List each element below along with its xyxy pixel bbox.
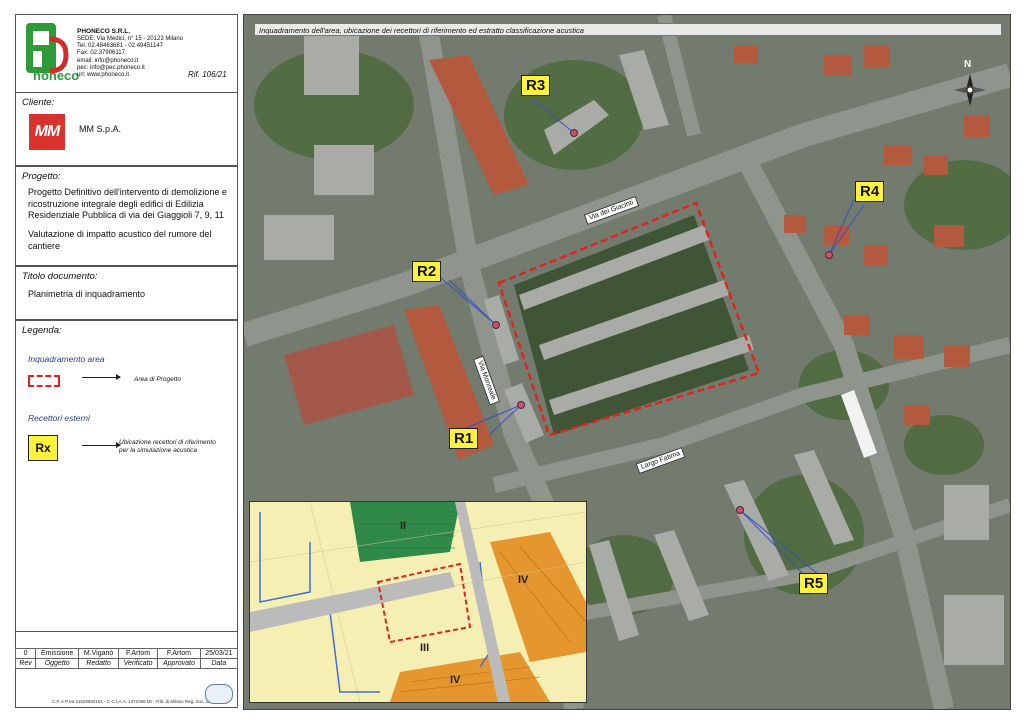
logo-wordmark: honeco [33, 68, 80, 83]
revision-table: 0 Emissione M.Viganò F.Artom F.Artom 25/03/21… [14, 648, 239, 669]
doc-title-value: Planimetria di inquadramento [28, 289, 146, 299]
arrow-icon [82, 377, 120, 378]
project-subtitle: Valutazione di impatto acustico del rumo… [28, 229, 212, 251]
revision-header-cell: Approvato [157, 658, 201, 669]
revision-cell: F.Artom [157, 648, 201, 659]
legend-section: Legenda: Inquadramento area Area di Prog… [15, 320, 238, 632]
revision-header-cell: Data [199, 658, 239, 669]
company-name: PHONECO S.R.L. [77, 28, 131, 35]
receptor-r2: R2 [412, 261, 442, 282]
zoning-map [250, 502, 586, 702]
receptor-r3: R3 [521, 75, 551, 96]
revision-header-cell: Redatto [78, 658, 119, 669]
company-header: honeco PHONECO S.R.L. SEDE: Via Medici, … [15, 14, 238, 92]
legend-heading: Legenda: [22, 325, 62, 336]
revision-header-cell: Oggetto [35, 658, 80, 669]
zone-label-iv-2: IV [450, 674, 461, 686]
arrow-icon [82, 445, 120, 446]
revision-header-cell: Verificato [117, 658, 159, 669]
project-section: Progetto: Progetto Definitivo dell'inter… [15, 166, 238, 266]
receptor-symbol: Rx [28, 435, 58, 461]
company-contact-line: SEDE: Via Medici, n° 15 - 20123 Milano [77, 36, 184, 42]
north-label: N [964, 59, 972, 70]
company-contact-line: email: info@phoneco.it [77, 57, 139, 64]
client-logo-text: MM [34, 123, 61, 140]
revision-cell: M.Viganò [78, 648, 119, 659]
client-name: MM S.p.A. [79, 124, 122, 134]
project-description: Progetto Definitivo dell'intervento di d… [28, 187, 227, 220]
client-heading: Cliente: [22, 97, 55, 108]
company-contact-line: Fax: 02.37906117 [77, 50, 125, 57]
company-contact-line: Tel. 02.48463681 - 02.49451147 [77, 43, 163, 50]
footer-text: C.F. e P.iva 11529650151 - C.C.I.A.A. 14… [52, 699, 221, 704]
revision-cell: 0 [14, 648, 37, 659]
doc-title-heading: Titolo documento: [22, 271, 98, 282]
revision-cell: 25/03/21 [199, 648, 239, 659]
arrow-head-icon [116, 374, 121, 380]
legend-receptor-title: Recettori esterni [28, 413, 90, 423]
legend-receptor-desc1: Ubicazione recettori di riferimento [119, 439, 216, 446]
reference-number: Rif. 106/21 [188, 70, 227, 79]
legend-area-title: Inquadramento area [28, 354, 105, 364]
zone-label-ii: II [400, 520, 407, 532]
certification-stamp [205, 684, 233, 704]
legend-area-desc: Area di Progetto [134, 376, 181, 383]
map-title: Inquadramento dell'area, ubicazione dei … [254, 23, 1002, 36]
receptor-r4: R4 [855, 181, 885, 202]
receptor-r1: R1 [449, 428, 479, 449]
revision-cell: F.Artom [117, 648, 159, 659]
doc-title-section: Titolo documento: Planimetria di inquadr… [15, 266, 238, 320]
legend-receptor-desc2: per la simulazione acustica [119, 447, 198, 454]
map-frame: Inquadramento dell'area, ubicazione dei … [243, 14, 1011, 710]
zoning-inset: II III IV IV [249, 501, 587, 703]
revision-row: 0 Emissione M.Viganò F.Artom F.Artom 25/03/21 [14, 648, 239, 659]
revision-headers: Rev Oggetto Redatto Verificato Approvato Data [14, 658, 239, 669]
zone-label-iv-1: IV [518, 574, 529, 586]
zone-label-iii: III [420, 642, 430, 654]
project-area-symbol [28, 375, 60, 387]
project-heading: Progetto: [22, 171, 61, 182]
revision-cell: Emissione [35, 648, 80, 659]
revision-header-cell: Rev [14, 658, 37, 669]
client-logo: MM [29, 114, 65, 150]
receptor-r5: R5 [799, 573, 829, 594]
client-section: Cliente: MM MM S.p.A. [15, 92, 238, 166]
